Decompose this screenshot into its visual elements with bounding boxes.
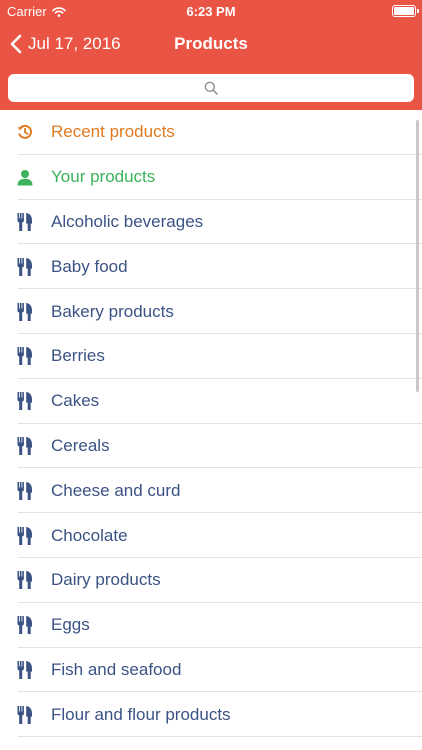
fork-knife-icon: [16, 526, 34, 545]
fork-knife-icon: [16, 257, 34, 276]
list-item-label: Baby food: [51, 256, 128, 276]
list-item-label: Recent products: [51, 122, 175, 142]
fork-knife-icon: [16, 392, 34, 411]
history-icon: [16, 123, 34, 141]
fork-knife-icon: [16, 212, 34, 231]
list-item-label: Cereals: [51, 435, 110, 455]
chevron-left-icon: [10, 34, 22, 54]
list-item-label: Dairy products: [51, 570, 161, 590]
search-icon: [204, 81, 218, 95]
fork-knife-icon: [16, 616, 34, 635]
list-item[interactable]: Fish and seafood: [0, 648, 422, 693]
list-item[interactable]: Baby food: [0, 244, 422, 289]
back-button-label: Jul 17, 2016: [28, 34, 121, 53]
navigation-bar: Jul 17, 2016 Products: [0, 22, 422, 66]
fork-knife-icon: [16, 660, 34, 679]
fork-knife-icon: [16, 347, 34, 366]
list-item-label: Your products: [51, 167, 156, 187]
list-item[interactable]: Cereals: [0, 424, 422, 469]
list-item-label: Berries: [51, 346, 105, 366]
scrollbar[interactable]: [416, 120, 419, 392]
status-bar: Carrier 6:23 PM: [0, 0, 422, 22]
list-item[interactable]: Flour and flour products: [0, 692, 422, 737]
list-item-label: Eggs: [51, 615, 90, 635]
list-item-label: Bakery products: [51, 301, 174, 321]
fork-knife-icon: [16, 302, 34, 321]
header: Carrier 6:23 PM Jul 17, 2016 Products: [0, 0, 422, 110]
list-item-label: Cheese and curd: [51, 480, 181, 500]
search-input[interactable]: [8, 74, 414, 102]
list-item-label: Chocolate: [51, 525, 128, 545]
list-item[interactable]: Cakes: [0, 379, 422, 424]
list-item[interactable]: Dairy products: [0, 558, 422, 603]
list-item-label: Flour and flour products: [51, 704, 231, 724]
fork-knife-icon: [16, 436, 34, 455]
list-item[interactable]: Cheese and curd: [0, 468, 422, 513]
battery-icon: [392, 5, 419, 17]
list-item[interactable]: Berries: [0, 334, 422, 379]
clock: 6:23 PM: [186, 4, 236, 19]
list-item[interactable]: Chocolate: [0, 513, 422, 558]
list-item[interactable]: Eggs: [0, 603, 422, 648]
list-item[interactable]: Alcoholic beverages: [0, 200, 422, 245]
product-list: Recent products Your products Alcoholic …: [0, 110, 422, 750]
battery-level: [394, 7, 414, 15]
list-item-label: Fish and seafood: [51, 659, 182, 679]
fork-knife-icon: [16, 481, 34, 500]
list-item-label: Alcoholic beverages: [51, 211, 204, 231]
list-item-label: Cakes: [51, 391, 100, 411]
list-item-your-products[interactable]: Your products: [0, 155, 422, 200]
list-item-recent-products[interactable]: Recent products: [0, 110, 422, 155]
user-icon: [16, 168, 34, 186]
back-button[interactable]: Jul 17, 2016: [10, 22, 121, 66]
fork-knife-icon: [16, 571, 34, 590]
fork-knife-icon: [16, 705, 34, 724]
list-item[interactable]: Bakery products: [0, 289, 422, 334]
